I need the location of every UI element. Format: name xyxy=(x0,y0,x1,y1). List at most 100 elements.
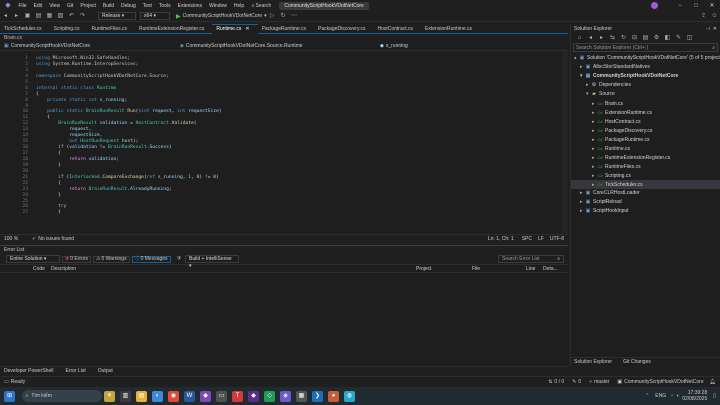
menu-git[interactable]: Git xyxy=(63,3,76,9)
play-outline-icon[interactable]: ▷ xyxy=(268,12,276,20)
forward-icon[interactable]: ▸ xyxy=(13,12,21,20)
branch-name[interactable]: master xyxy=(594,379,609,385)
error-list-search-input[interactable]: Search Error List ⌕ xyxy=(498,255,564,263)
column-file[interactable]: File xyxy=(472,266,526,272)
nav-member-dropdown[interactable]: ◆ s_running xyxy=(380,43,408,49)
copilot-icon[interactable]: ☺ xyxy=(711,12,719,20)
wrench-icon[interactable]: ✎ xyxy=(675,34,683,42)
word-icon[interactable]: W xyxy=(184,390,195,402)
errors-filter-button[interactable]: ⊗ 0 Errors xyxy=(62,255,91,263)
tree-item[interactable]: ▸ ⚙ Dependencies xyxy=(571,81,720,90)
save-icon[interactable]: ▦ xyxy=(46,12,54,20)
whitespace-mode[interactable]: SPC xyxy=(522,236,532,242)
menu-window[interactable]: Window xyxy=(206,3,231,9)
tab-tickscheduler[interactable]: TickScheduler.cs xyxy=(0,24,50,34)
app-green-icon[interactable]: ◇ xyxy=(264,390,275,402)
tree-item[interactable]: ▾ ▣ CommunityScriptHookVDotNetCore xyxy=(571,72,720,81)
tree-item[interactable]: ▾ ▰ Source xyxy=(571,90,720,99)
tab-extensionruntime[interactable]: ExtensionRuntime.cs xyxy=(421,24,480,34)
visual-studio-icon[interactable]: ◆ xyxy=(248,390,259,402)
menu-debug[interactable]: Debug xyxy=(118,3,140,9)
tab-brain[interactable]: Brain.cs xyxy=(4,35,22,41)
pending-count[interactable]: 0 xyxy=(578,379,581,385)
sync-icon[interactable]: ⇆ xyxy=(609,34,617,42)
line-ending[interactable]: LF xyxy=(538,236,544,242)
tab-packageruntime[interactable]: PackageRuntime.cs xyxy=(258,24,314,34)
vscode-icon[interactable]: ❯ xyxy=(312,390,323,402)
open-icon[interactable]: ▤ xyxy=(35,12,43,20)
issues-status[interactable]: No issues found xyxy=(38,236,74,242)
menu-file[interactable]: File xyxy=(15,3,30,9)
filter-icon[interactable]: ⧩ xyxy=(177,256,181,262)
repo-name[interactable]: CommunityScriptHookVDotNetCore xyxy=(624,379,703,385)
clock[interactable]: 17:39:28 02/08/2025 xyxy=(682,390,707,402)
tab-scripting[interactable]: Scripting.cs xyxy=(50,24,88,34)
hot-reload-icon[interactable]: ↻ xyxy=(279,12,287,20)
tree-item[interactable]: ▸ C# RuntimeFiles.cs xyxy=(571,162,720,171)
media-icon[interactable]: T xyxy=(232,390,243,402)
back-icon[interactable]: ◂ xyxy=(2,12,10,20)
menu-view[interactable]: View xyxy=(46,3,64,9)
menu-extensions[interactable]: Extensions xyxy=(174,3,205,9)
back-icon[interactable]: ◂ xyxy=(587,34,595,42)
menu-test[interactable]: Test xyxy=(139,3,155,9)
tree-item[interactable]: ▸ C# Scripting.cs xyxy=(571,171,720,180)
account-avatar[interactable] xyxy=(651,2,658,9)
tree-item[interactable]: ▸ C# Runtime.cs xyxy=(571,144,720,153)
app-orange-icon[interactable]: ● xyxy=(328,390,339,402)
app-icon[interactable]: ◆ xyxy=(200,390,211,402)
platform-dropdown[interactable]: x64 ▾ xyxy=(140,12,170,20)
sync-count[interactable]: 0 / 0 xyxy=(554,379,564,385)
edge-icon[interactable]: ◐ xyxy=(152,390,163,402)
bottom-tab-error-list[interactable]: Error List xyxy=(65,368,85,374)
tab-packagediscovery[interactable]: PackageDiscovery.cs xyxy=(314,24,373,34)
save-all-icon[interactable]: ▧ xyxy=(57,12,65,20)
live-share-icon[interactable]: ⇪ xyxy=(700,12,708,20)
app-purple-icon[interactable]: ◈ xyxy=(280,390,291,402)
app-grey-icon[interactable]: ▦ xyxy=(296,390,307,402)
menu-edit[interactable]: Edit xyxy=(30,3,46,9)
tab-runtimefiles[interactable]: RuntimeFiles.cs xyxy=(87,24,135,34)
undo-icon[interactable]: ↶ xyxy=(68,12,76,20)
error-scope-dropdown[interactable]: Entire Solution ▾ xyxy=(6,255,60,263)
tab-runtime[interactable]: Runtime.cs ✕ xyxy=(212,23,258,34)
preview-icon[interactable]: ◧ xyxy=(664,34,672,42)
tree-item[interactable]: ▸ C# PackageDiscovery.cs xyxy=(571,126,720,135)
start-button[interactable]: ▶ CommunityScriptHookVDotNetCore ▾ xyxy=(174,13,267,20)
column-project[interactable]: Project xyxy=(416,266,472,272)
properties-icon[interactable]: ⚙ xyxy=(653,34,661,42)
taskbar-search-input[interactable]: ⌕ Tìm kiếm xyxy=(21,390,102,402)
tree-item[interactable]: ▸ C# Brain.cs xyxy=(571,99,720,108)
close-tab-icon[interactable]: ✕ xyxy=(245,24,249,34)
code-content[interactable]: using Microsoft.Win32.SafeHandles; using… xyxy=(36,56,222,216)
column-code[interactable]: Code xyxy=(33,266,51,272)
app-blue-icon[interactable]: ◍ xyxy=(344,390,355,402)
search-box[interactable]: ⌕ Search xyxy=(252,3,272,9)
encoding[interactable]: UTF-8 xyxy=(550,236,564,242)
task-view-icon[interactable]: ▥ xyxy=(120,390,131,402)
tree-item[interactable]: ▴ ▣ Solution 'CommunityScriptHookVDotNetCo… xyxy=(571,54,720,63)
se-tab-solution-explorer[interactable]: Solution Explorer xyxy=(574,359,612,365)
close-icon[interactable]: ✕ xyxy=(704,2,720,9)
menu-help[interactable]: Help xyxy=(230,3,247,9)
file-explorer-icon[interactable]: ▤ xyxy=(136,390,147,402)
zoom-level[interactable]: 100 % xyxy=(4,236,26,242)
column-line[interactable]: Line xyxy=(526,266,543,272)
pin-icon[interactable]: ⊣ xyxy=(705,26,709,32)
menu-build[interactable]: Build xyxy=(99,3,117,9)
solution-explorer-search-input[interactable]: Search Solution Explorer (Ctrl+;) ⌕ xyxy=(573,43,718,52)
toolbar-more-icon[interactable]: ⋯ xyxy=(290,12,298,20)
configuration-dropdown[interactable]: Release ▾ xyxy=(98,12,136,20)
messages-filter-button[interactable]: ⓘ 0 Messages xyxy=(131,255,171,263)
column-description[interactable]: Description xyxy=(51,266,416,272)
language-indicator[interactable]: ENG xyxy=(655,393,666,399)
tree-item[interactable]: ▸ C# HostContract.cs xyxy=(571,117,720,126)
forward-icon[interactable]: ▸ xyxy=(598,34,606,42)
terminal-icon[interactable]: ▭ xyxy=(216,390,227,402)
editor-vertical-scrollbar[interactable] xyxy=(562,51,568,233)
close-icon[interactable]: ✕ xyxy=(713,26,717,32)
visual-studio-logo-icon[interactable]: ◆ xyxy=(4,2,12,10)
build-filter-dropdown[interactable]: Build + IntelliSense ▾ xyxy=(185,255,240,269)
tree-item[interactable]: ▸ ▣ CoreCLRHostLoader xyxy=(571,189,720,198)
menu-tools[interactable]: Tools xyxy=(155,3,174,9)
